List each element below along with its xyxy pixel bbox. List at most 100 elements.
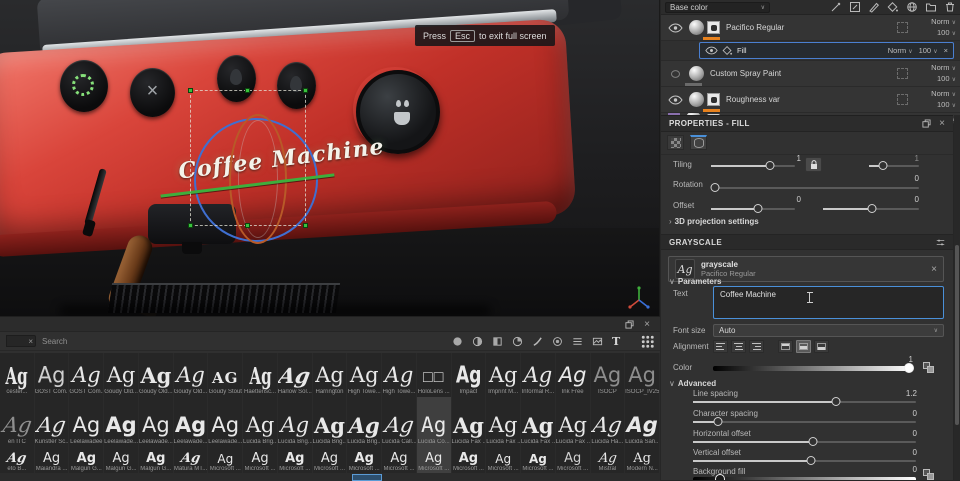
font-item[interactable]: AgMicrosoft ... <box>347 447 382 473</box>
valign-middle-button[interactable] <box>796 340 811 353</box>
list-settings-icon[interactable] <box>936 238 945 247</box>
mask-placeholder-box[interactable] <box>897 68 908 79</box>
folder-icon[interactable] <box>925 1 937 13</box>
trash-icon[interactable] <box>944 1 956 13</box>
projection-selection-rect[interactable] <box>190 90 306 226</box>
remove-effect-icon[interactable]: × <box>944 46 948 55</box>
gizmo-handle[interactable] <box>245 88 250 93</box>
font-item[interactable]: AgLeelawadee <box>69 397 104 447</box>
font-item[interactable]: AgImprint M... <box>486 353 521 397</box>
font-item[interactable]: AgLeelawade... <box>104 397 139 447</box>
font-item[interactable]: AgInk Free <box>556 353 591 397</box>
properties-scrollbar[interactable] <box>954 115 960 480</box>
font-item[interactable]: AgMicrosoft ... <box>417 447 452 473</box>
layer-effect-fill[interactable]: FillNorm ∨100 ∨× <box>699 42 954 59</box>
projection-settings-header[interactable]: ›3D projection settings <box>669 217 759 226</box>
tiling-slider-2[interactable] <box>869 165 919 167</box>
remove-resource-icon[interactable]: × <box>931 264 937 275</box>
font-item[interactable]: AgISOCP_IV25 <box>625 353 660 397</box>
axis-gizmo-icon[interactable] <box>626 286 652 312</box>
blend-mode-select[interactable]: Norm ∨ <box>931 89 956 100</box>
line-spacing-slider[interactable] <box>693 401 916 403</box>
font-item[interactable]: AgGoudy Old... <box>174 353 209 397</box>
font-item[interactable]: AgMalgun G... <box>139 447 174 473</box>
eye-visible-icon[interactable] <box>705 46 718 55</box>
font-item[interactable]: AgHarlow Sol... <box>278 353 313 397</box>
font-item[interactable]: AgGoudy Old... <box>139 353 174 397</box>
mask-placeholder-box[interactable] <box>897 22 908 33</box>
stamp-icon[interactable] <box>849 1 861 13</box>
close-icon[interactable]: × <box>644 320 650 329</box>
font-item[interactable]: AgMicrosoft ... <box>313 447 348 473</box>
horizontal-offset-slider[interactable] <box>693 441 916 443</box>
bucket-icon[interactable] <box>887 1 899 13</box>
opacity-select[interactable]: 100 ∨ <box>937 100 956 111</box>
font-item[interactable]: AgHigh Towe... <box>347 353 382 397</box>
font-item[interactable]: AgGOST Com... <box>35 353 70 397</box>
font-item[interactable]: AgLucida Fax ... <box>486 397 521 447</box>
color-gradient-slider[interactable] <box>713 366 913 371</box>
gizmo-handle[interactable] <box>188 88 193 93</box>
opacity-select[interactable]: 100 ∨ <box>937 28 956 39</box>
blend-mode-select[interactable]: Norm ∨ <box>931 17 956 28</box>
close-icon[interactable]: × <box>939 119 945 128</box>
font-item[interactable]: AgMicrosoft ... <box>521 447 556 473</box>
search-input[interactable]: × <box>6 335 36 347</box>
font-item[interactable]: AgLucida Brig... <box>243 397 278 447</box>
font-item[interactable]: AgLucida Brig... <box>313 397 348 447</box>
materials-filter-icon[interactable] <box>452 336 463 347</box>
fonts-filter-icon[interactable]: T <box>612 336 623 347</box>
font-item[interactable]: AgMicrosoft ... <box>208 447 243 473</box>
align-right-button[interactable] <box>749 340 764 353</box>
font-item[interactable]: AgLeelawade... <box>208 397 243 447</box>
layer-row-custom-spray-paint[interactable]: Custom Spray PaintNorm ∨100 ∨ <box>661 61 960 87</box>
font-item[interactable]: AgLucida Ha... <box>591 397 626 447</box>
channel-selector[interactable]: Base color ∨ <box>665 2 770 13</box>
font-item[interactable]: AgModern N... <box>625 447 660 473</box>
font-item[interactable]: AgLucida Fax ... <box>452 397 487 447</box>
tab-projection-mode[interactable] <box>690 135 707 150</box>
gizmo-handle[interactable] <box>303 223 308 228</box>
offset-slider-1[interactable] <box>711 208 795 210</box>
character-spacing-slider[interactable] <box>693 421 916 423</box>
environments-filter-icon[interactable] <box>592 336 603 347</box>
font-item[interactable]: AgLeelawade... <box>174 397 209 447</box>
font-item[interactable]: □□HoloLens ... <box>417 353 452 397</box>
offset-slider-2[interactable] <box>823 208 919 210</box>
font-item[interactable]: AgMatura MT... <box>174 447 209 473</box>
color-picker-icon[interactable] <box>923 362 934 373</box>
font-item[interactable]: Agen ITC <box>0 397 35 447</box>
font-item[interactable]: AgGOST Com... <box>69 353 104 397</box>
gizmo-handle[interactable] <box>245 223 250 228</box>
font-item[interactable]: AGGoudy Stout <box>208 353 243 397</box>
font-item[interactable]: AgMistral <box>591 447 626 473</box>
eye-visible-icon[interactable] <box>668 23 683 33</box>
blend-mode-select[interactable]: Norm ∨ <box>888 46 913 55</box>
font-item[interactable]: AgMaiandra ... <box>35 447 70 473</box>
opacity-select[interactable]: 100 ∨ <box>919 46 938 55</box>
font-item[interactable]: AgLucida Fax ... <box>556 397 591 447</box>
font-item[interactable]: AgMalgun G... <box>69 447 104 473</box>
tab-material-mode[interactable] <box>667 135 684 150</box>
globe-icon[interactable] <box>906 1 918 13</box>
text-input[interactable]: Coffee Machine <box>713 286 944 319</box>
font-item[interactable]: AgLucida Co... <box>417 397 452 447</box>
font-item[interactable]: AgMicrosoft ... <box>556 447 591 473</box>
font-item[interactable]: AgMicrosoft ... <box>452 447 487 473</box>
float-panel-icon[interactable] <box>625 320 634 329</box>
advanced-header[interactable]: ∨Advanced <box>669 379 716 388</box>
font-item[interactable]: AgHarrington <box>313 353 348 397</box>
brushes-filter-icon[interactable] <box>532 336 543 347</box>
font-item[interactable]: AgISOCP <box>591 353 626 397</box>
vertical-offset-slider[interactable] <box>693 460 916 462</box>
opacity-select[interactable]: 100 ∨ <box>937 74 956 85</box>
valign-bottom-button[interactable] <box>814 340 829 353</box>
lock-icon[interactable] <box>805 157 822 172</box>
font-item[interactable]: AgLucida Fax ... <box>521 397 556 447</box>
font-item[interactable]: AgKunstler Sc... <box>35 397 70 447</box>
font-item[interactable]: AgLucida San... <box>625 397 660 447</box>
font-item[interactable]: AgMicrosoft ... <box>243 447 278 473</box>
align-center-button[interactable] <box>731 340 746 353</box>
mask-placeholder-box[interactable] <box>897 94 908 105</box>
font-item[interactable]: AgLucida Brig... <box>347 397 382 447</box>
